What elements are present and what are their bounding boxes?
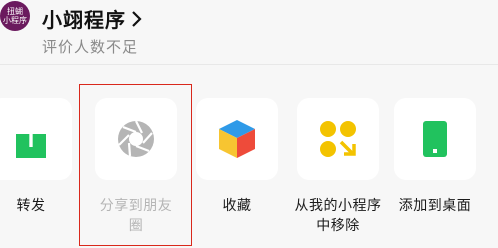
- action-label: 转发: [16, 198, 46, 214]
- action-tile[interactable]: [196, 98, 278, 180]
- chevron-right-icon: [132, 10, 142, 27]
- action-tile[interactable]: [297, 98, 379, 180]
- phone-icon: [423, 121, 447, 157]
- app-name: 小翊程序: [42, 8, 126, 32]
- action-forward[interactable]: 转发: [0, 98, 72, 216]
- app-logo: 扭蝴 小程序: [0, 1, 30, 31]
- action-label: 添加到桌面: [398, 198, 472, 214]
- logo-text: 扭蝴 小程序: [3, 7, 27, 25]
- action-remove[interactable]: 从我的小程序中移除: [295, 98, 381, 236]
- cube-icon: [219, 120, 255, 158]
- app-name-link[interactable]: 小翊程序: [42, 4, 144, 33]
- action-tile[interactable]: [394, 98, 476, 180]
- share-arrow-icon: [16, 121, 46, 158]
- remove-dots-icon: [320, 121, 356, 157]
- app-header: 扭蝴 小程序 小翊程序 评价人数不足: [0, 0, 498, 64]
- highlight-box: [79, 84, 192, 246]
- action-tile[interactable]: [0, 98, 72, 180]
- action-label: 收藏: [222, 198, 252, 214]
- action-add-desktop[interactable]: 添加到桌面: [394, 98, 476, 216]
- rating-status: 评价人数不足: [42, 38, 139, 56]
- action-label: 从我的小程序中移除: [294, 198, 382, 234]
- divider: [0, 64, 498, 65]
- action-favorite[interactable]: 收藏: [196, 98, 278, 216]
